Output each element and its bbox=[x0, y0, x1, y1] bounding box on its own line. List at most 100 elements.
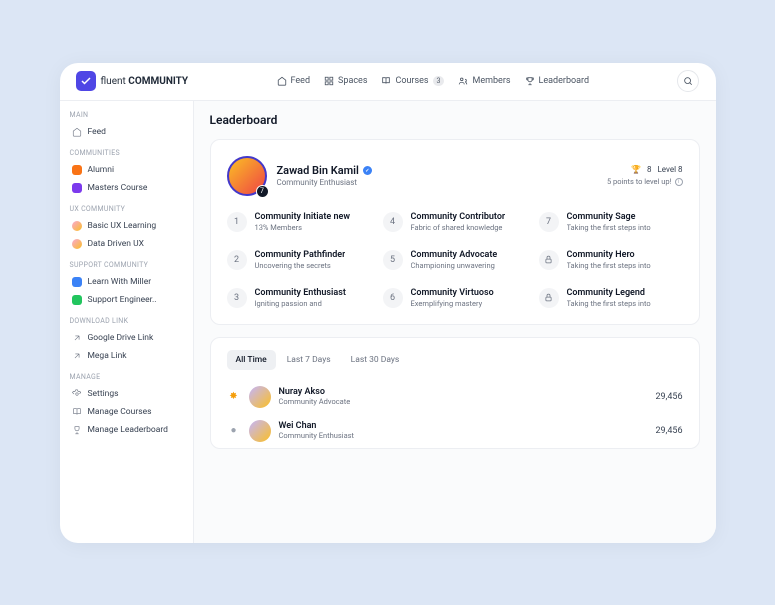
level-item[interactable]: Community HeroTaking the first steps int… bbox=[539, 250, 683, 270]
trophy-icon bbox=[72, 425, 82, 435]
stat-points: 🏆 8 Level 8 bbox=[607, 165, 683, 174]
leaderboard-row[interactable]: ●Wei ChanCommunity Enthusiast29,456 bbox=[227, 414, 683, 448]
sidebar: MAIN Feed COMMUNITIES Alumni Masters Cou… bbox=[60, 101, 194, 543]
lb-name: Nuray Akso bbox=[279, 387, 648, 397]
square-icon bbox=[72, 165, 82, 175]
tab-last-7[interactable]: Last 7 Days bbox=[278, 350, 340, 370]
nav-leaderboard[interactable]: Leaderboard bbox=[525, 76, 590, 86]
lb-role: Community Advocate bbox=[279, 397, 648, 406]
sidebar-settings[interactable]: Settings bbox=[68, 385, 185, 403]
lock-icon bbox=[544, 293, 553, 302]
sidebar-label-main: MAIN bbox=[70, 111, 185, 119]
level-title: Community Sage bbox=[567, 212, 651, 222]
level-badge: 1 bbox=[227, 212, 247, 232]
level-title: Community Hero bbox=[567, 250, 651, 260]
lock-icon bbox=[544, 255, 553, 264]
avatar[interactable]: 7 bbox=[227, 156, 267, 196]
sidebar-alumni[interactable]: Alumni bbox=[68, 161, 185, 179]
sidebar-support-eng[interactable]: Support Engineer.. bbox=[68, 291, 185, 309]
app-window: fluent COMMUNITY Feed Spaces Courses 3 M… bbox=[60, 63, 716, 543]
grid-icon bbox=[324, 76, 334, 86]
level-sub: Championing unwavering bbox=[411, 261, 498, 270]
logo-icon bbox=[76, 71, 96, 91]
nav-feed[interactable]: Feed bbox=[277, 76, 311, 86]
avatar-icon bbox=[72, 221, 82, 231]
stat-next: 5 points to level up! i bbox=[607, 177, 683, 186]
sidebar-data-ux[interactable]: Data Driven UX bbox=[68, 235, 185, 253]
leaderboard-card: All Time Last 7 Days Last 30 Days ✸ Nuray… bbox=[210, 337, 700, 449]
level-sub: Igniting passion and bbox=[255, 299, 346, 308]
lb-points: 29,456 bbox=[655, 392, 682, 402]
home-icon bbox=[277, 76, 287, 86]
square-icon bbox=[72, 295, 82, 305]
level-badge: 5 bbox=[383, 250, 403, 270]
level-title: Community Enthusiast bbox=[255, 288, 346, 298]
arrow-icon bbox=[72, 351, 82, 361]
square-icon bbox=[72, 183, 82, 193]
level-item[interactable]: 6Community VirtuosoExemplifying mastery bbox=[383, 288, 527, 308]
sidebar-label-manage: MANAGE bbox=[70, 373, 185, 381]
level-badge bbox=[539, 250, 559, 270]
level-sub: Uncovering the secrets bbox=[255, 261, 346, 270]
home-icon bbox=[72, 127, 82, 137]
time-tabs: All Time Last 7 Days Last 30 Days bbox=[227, 350, 683, 370]
level-title: Community Virtuoso bbox=[411, 288, 494, 298]
level-sub: Fabric of shared knowledge bbox=[411, 223, 506, 232]
level-sub: 13% Members bbox=[255, 223, 351, 232]
rank-icon: ✸ bbox=[227, 390, 241, 404]
tab-all-time[interactable]: All Time bbox=[227, 350, 276, 370]
search-icon bbox=[683, 76, 693, 86]
verified-icon bbox=[363, 166, 372, 175]
main: Leaderboard 7 Zawad Bin Kamil Community … bbox=[194, 101, 716, 543]
level-item[interactable]: 5Community AdvocateChampioning unwaverin… bbox=[383, 250, 527, 270]
level-title: Community Contributor bbox=[411, 212, 506, 222]
topbar: fluent COMMUNITY Feed Spaces Courses 3 M… bbox=[60, 63, 716, 101]
sidebar-gdrive[interactable]: Google Drive Link bbox=[68, 329, 185, 347]
sidebar-label-ux: UX COMMUNITY bbox=[70, 205, 185, 213]
level-badge bbox=[539, 288, 559, 308]
sidebar-label-download: DOWNLOAD LINK bbox=[70, 317, 185, 325]
sidebar-label-support: SUPPORT COMMUNITY bbox=[70, 261, 185, 269]
profile-stats: 🏆 8 Level 8 5 points to level up! i bbox=[607, 165, 683, 186]
users-icon bbox=[458, 76, 468, 86]
sidebar-mega[interactable]: Mega Link bbox=[68, 347, 185, 365]
arrow-icon bbox=[72, 333, 82, 343]
tab-last-30[interactable]: Last 30 Days bbox=[342, 350, 409, 370]
level-badge: 2 bbox=[227, 250, 247, 270]
profile-card: 7 Zawad Bin Kamil Community Enthusiast 🏆… bbox=[210, 139, 700, 325]
level-item[interactable]: 3Community EnthusiastIgniting passion an… bbox=[227, 288, 371, 308]
level-item[interactable]: 4 Community ContributorFabric of shared k… bbox=[383, 212, 527, 232]
sidebar-feed[interactable]: Feed bbox=[68, 123, 185, 141]
info-icon[interactable]: i bbox=[675, 178, 683, 186]
square-icon bbox=[72, 277, 82, 287]
level-sub: Taking the first steps into bbox=[567, 299, 651, 308]
nav-courses[interactable]: Courses 3 bbox=[381, 76, 444, 86]
level-item[interactable]: 2Community PathfinderUncovering the secr… bbox=[227, 250, 371, 270]
lb-points: 29,456 bbox=[655, 426, 682, 436]
leaderboard-rows: ✸Nuray AksoCommunity Advocate29,456●Wei … bbox=[227, 380, 683, 448]
sidebar-label-communities: COMMUNITIES bbox=[70, 149, 185, 157]
sidebar-manage-courses[interactable]: Manage Courses bbox=[68, 403, 185, 421]
courses-badge: 3 bbox=[433, 76, 445, 86]
level-badge: 4 bbox=[383, 212, 403, 232]
sidebar-learn-miller[interactable]: Learn With Miller bbox=[68, 273, 185, 291]
nav-members[interactable]: Members bbox=[458, 76, 510, 86]
sidebar-manage-lb[interactable]: Manage Leaderboard bbox=[68, 421, 185, 439]
sidebar-basic-ux[interactable]: Basic UX Learning bbox=[68, 217, 185, 235]
level-badge: 6 bbox=[383, 288, 403, 308]
lb-role: Community Enthusiast bbox=[279, 431, 648, 440]
levels-grid: 1Community Initiate new13% Members 4 Commu… bbox=[227, 212, 683, 308]
nav-spaces[interactable]: Spaces bbox=[324, 76, 367, 86]
search-button[interactable] bbox=[677, 70, 699, 92]
leaderboard-row[interactable]: ✸ Nuray AksoCommunity Advocate 29,456 bbox=[227, 380, 683, 414]
level-item[interactable]: Community LegendTaking the first steps i… bbox=[539, 288, 683, 308]
avatar-icon bbox=[72, 239, 82, 249]
level-item[interactable]: 7Community SageTaking the first steps in… bbox=[539, 212, 683, 232]
logo[interactable]: fluent COMMUNITY bbox=[76, 71, 189, 91]
logo-text: fluent COMMUNITY bbox=[101, 76, 189, 87]
level-badge: 7 bbox=[539, 212, 559, 232]
sidebar-masters[interactable]: Masters Course bbox=[68, 179, 185, 197]
book-icon bbox=[72, 407, 82, 417]
level-item[interactable]: 1Community Initiate new13% Members bbox=[227, 212, 371, 232]
level-sub: Taking the first steps into bbox=[567, 261, 651, 270]
